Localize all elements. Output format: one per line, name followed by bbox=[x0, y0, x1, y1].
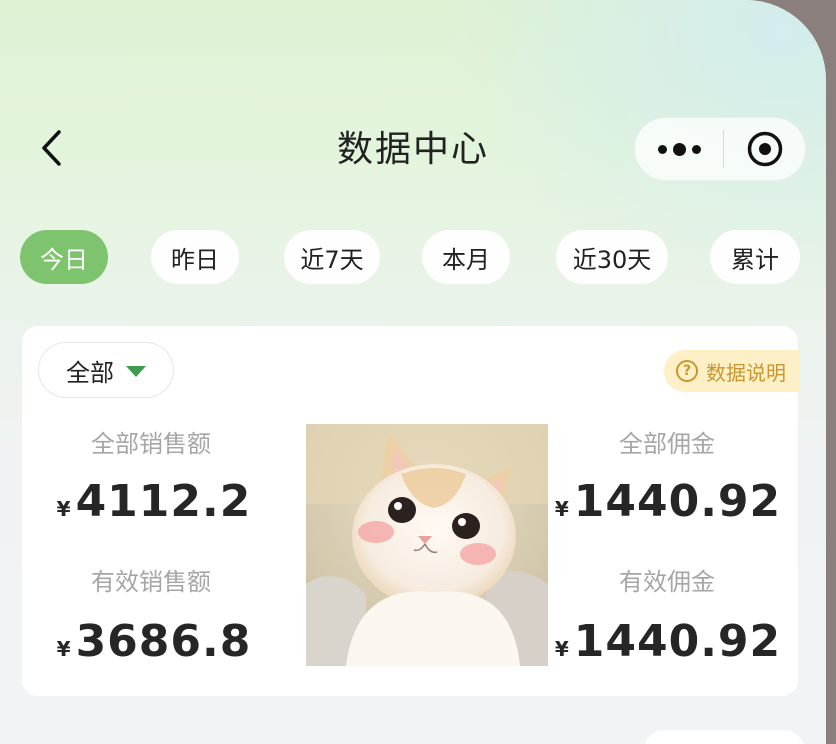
close-miniprogram-button[interactable] bbox=[724, 118, 805, 180]
valid-commission-label: 有效佣金 bbox=[619, 568, 715, 596]
total-sales-label: 全部销售额 bbox=[91, 430, 211, 458]
next-card-peek bbox=[644, 730, 804, 744]
valid-commission-value: ¥1440.92 bbox=[554, 616, 782, 667]
valid-sales-value: ¥3686.8 bbox=[56, 616, 252, 667]
more-dots-icon bbox=[655, 142, 704, 156]
question-circle-icon: ? bbox=[676, 360, 698, 382]
target-circle-icon bbox=[747, 131, 782, 167]
tab-this-month[interactable]: 本月 bbox=[422, 230, 510, 284]
tab-last-30-days[interactable]: 近30天 bbox=[556, 230, 668, 284]
tab-last-7-days[interactable]: 近7天 bbox=[284, 230, 380, 284]
cat-photo bbox=[306, 424, 548, 666]
tab-yesterday[interactable]: 昨日 bbox=[151, 230, 239, 284]
currency-symbol: ¥ bbox=[554, 497, 570, 521]
currency-symbol: ¥ bbox=[554, 637, 570, 661]
date-range-tabs: 今日 昨日 近7天 本月 近30天 累计 bbox=[20, 230, 826, 286]
more-button[interactable] bbox=[635, 118, 723, 180]
tab-cumulative[interactable]: 累计 bbox=[710, 230, 800, 284]
currency-symbol: ¥ bbox=[56, 497, 72, 521]
total-commission-label: 全部佣金 bbox=[619, 430, 715, 458]
mini-program-screen: 数据中心 今日 昨日 近7天 本月 近30天 累计 全部 ? 数据说明 全部销售… bbox=[0, 0, 826, 744]
valid-sales-label: 有效销售额 bbox=[91, 568, 211, 596]
filter-dropdown[interactable]: 全部 bbox=[38, 342, 174, 398]
data-explanation-label: 数据说明 bbox=[706, 360, 786, 385]
tab-today[interactable]: 今日 bbox=[20, 230, 108, 284]
currency-symbol: ¥ bbox=[56, 637, 72, 661]
dropdown-triangle-icon bbox=[126, 365, 146, 377]
filter-label: 全部 bbox=[66, 358, 114, 387]
data-card: 全部 ? 数据说明 全部销售额 ¥4112.2 有效销售额 ¥3686.8 全部… bbox=[22, 326, 800, 696]
menu-capsule bbox=[634, 117, 806, 181]
total-commission-value: ¥1440.92 bbox=[554, 476, 782, 527]
data-explanation-button[interactable]: ? 数据说明 bbox=[664, 350, 800, 392]
total-sales-value: ¥4112.2 bbox=[56, 476, 252, 527]
